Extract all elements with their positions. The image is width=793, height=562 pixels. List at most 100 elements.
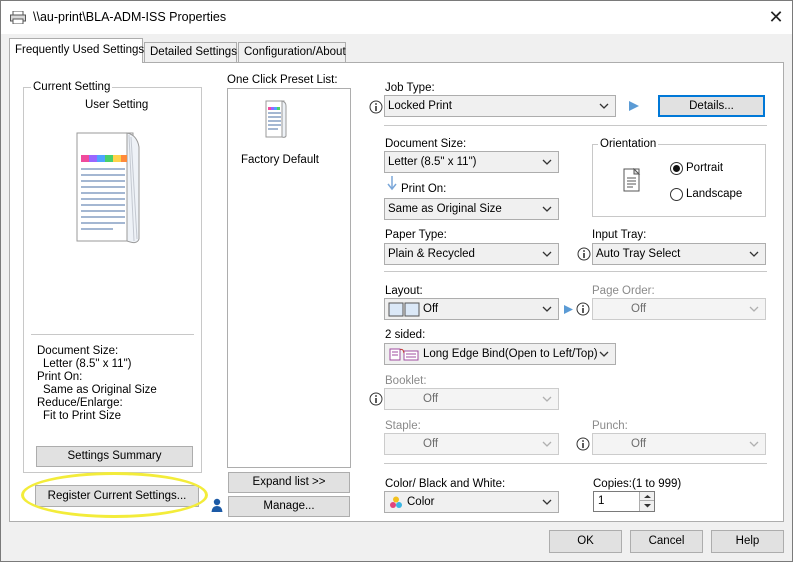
chevron-down-icon bbox=[542, 251, 552, 257]
tab-label: Detailed Settings bbox=[150, 46, 237, 58]
details-button[interactable]: Details... bbox=[658, 95, 765, 117]
factory-default-preset-icon bbox=[265, 100, 287, 138]
button-label: OK bbox=[577, 535, 594, 547]
chevron-down-icon bbox=[749, 306, 759, 312]
close-button[interactable]: ✕ bbox=[759, 3, 793, 31]
button-label: Settings Summary bbox=[67, 450, 162, 462]
select-value: Locked Print bbox=[388, 100, 452, 112]
input-tray-select[interactable]: Auto Tray Select bbox=[592, 243, 766, 265]
color-mode-select[interactable]: Color bbox=[384, 491, 559, 513]
printer-properties-dialog: \\au-print\BLA-ADM-ISS Properties ✕ Freq… bbox=[0, 0, 793, 562]
copies-value: 1 bbox=[598, 495, 605, 507]
landscape-label[interactable]: Landscape bbox=[686, 188, 742, 200]
two-sided-label: 2 sided: bbox=[385, 329, 426, 341]
booklet-label: Booklet: bbox=[385, 375, 427, 387]
ok-button[interactable]: OK bbox=[549, 530, 622, 553]
info-circle-icon[interactable] bbox=[369, 392, 383, 406]
job-type-label: Job Type: bbox=[385, 82, 435, 94]
preset-list[interactable] bbox=[227, 88, 351, 468]
select-value: Off bbox=[423, 438, 439, 450]
preset-list-label: One Click Preset List: bbox=[227, 74, 338, 86]
landscape-radio[interactable] bbox=[670, 188, 683, 201]
copies-label: Copies:(1 to 999) bbox=[593, 478, 682, 490]
button-label: Help bbox=[735, 535, 760, 547]
info-circle-icon[interactable] bbox=[369, 100, 383, 114]
copies-stepper[interactable]: 1 bbox=[593, 491, 655, 512]
chevron-up-icon bbox=[644, 495, 651, 498]
button-label: Details... bbox=[689, 100, 734, 112]
chevron-down-icon bbox=[542, 306, 552, 312]
select-value: Auto Tray Select bbox=[596, 248, 681, 260]
user-setting-label: User Setting bbox=[85, 99, 149, 111]
summary-line: Fit to Print Size bbox=[43, 410, 121, 422]
page-order-label: Page Order: bbox=[592, 285, 655, 297]
summary-line: Print On: bbox=[37, 371, 83, 383]
summary-line: Letter (8.5" x 11") bbox=[43, 358, 132, 370]
settings-summary-button[interactable]: Settings Summary bbox=[36, 446, 193, 467]
button-label: Expand list >> bbox=[252, 476, 326, 488]
summary-line: Same as Original Size bbox=[43, 384, 157, 396]
current-setting-label: Current Setting bbox=[31, 81, 113, 93]
layout-pages-icon bbox=[388, 302, 420, 317]
info-circle-icon[interactable] bbox=[576, 302, 590, 316]
tab-detailed-settings[interactable]: Detailed Settings bbox=[144, 42, 237, 62]
orientation-group bbox=[592, 144, 766, 217]
divider bbox=[31, 334, 194, 335]
preset-item-factory-default[interactable]: Factory Default bbox=[241, 154, 319, 166]
document-preview-icon bbox=[76, 132, 140, 244]
help-button[interactable]: Help bbox=[711, 530, 784, 553]
info-circle-icon[interactable] bbox=[577, 247, 591, 261]
paper-type-select[interactable]: Plain & Recycled bbox=[384, 243, 559, 265]
divider bbox=[384, 463, 767, 464]
tab-frequently-used-settings[interactable]: Frequently Used Settings bbox=[9, 38, 145, 63]
input-tray-label: Input Tray: bbox=[592, 229, 647, 241]
copies-decrement-button[interactable] bbox=[639, 501, 654, 511]
select-value: Off bbox=[631, 303, 647, 315]
summary-line: Reduce/Enlarge: bbox=[37, 397, 123, 409]
duplex-long-edge-icon bbox=[389, 348, 419, 361]
select-value: Off bbox=[423, 393, 439, 405]
chevron-down-icon bbox=[542, 499, 552, 505]
page-order-select[interactable]: Off bbox=[592, 298, 766, 320]
close-icon: ✕ bbox=[768, 7, 784, 27]
info-circle-icon[interactable] bbox=[576, 437, 590, 451]
copies-increment-button[interactable] bbox=[639, 492, 654, 501]
window-title: \\au-print\BLA-ADM-ISS Properties bbox=[33, 10, 227, 24]
chevron-down-icon bbox=[542, 396, 552, 402]
select-value: Same as Original Size bbox=[388, 203, 502, 215]
expand-list-button[interactable]: Expand list >> bbox=[228, 472, 350, 493]
divider bbox=[384, 271, 767, 272]
paper-type-label: Paper Type: bbox=[385, 229, 447, 241]
document-size-label: Document Size: bbox=[385, 138, 467, 150]
tab-label: Frequently Used Settings bbox=[15, 44, 145, 56]
cancel-button[interactable]: Cancel bbox=[630, 530, 703, 553]
punch-select[interactable]: Off bbox=[592, 433, 766, 455]
person-icon bbox=[211, 498, 223, 512]
select-value: Plain & Recycled bbox=[388, 248, 475, 260]
select-value: Long Edge Bind(Open to Left/Top) bbox=[423, 348, 598, 360]
title-bar: \\au-print\BLA-ADM-ISS Properties ✕ bbox=[1, 1, 792, 34]
chevron-down-icon bbox=[542, 159, 552, 165]
color-mode-label: Color/ Black and White: bbox=[385, 478, 506, 490]
select-value: Color bbox=[407, 496, 435, 508]
layout-select[interactable]: Off bbox=[384, 298, 559, 320]
manage-button[interactable]: Manage... bbox=[228, 496, 350, 517]
chevron-down-icon bbox=[542, 206, 552, 212]
booklet-select[interactable]: Off bbox=[384, 388, 559, 410]
chevron-down-icon bbox=[599, 351, 609, 357]
job-type-select[interactable]: Locked Print bbox=[384, 95, 616, 117]
punch-label: Punch: bbox=[592, 420, 628, 432]
orientation-label: Orientation bbox=[598, 138, 659, 150]
button-label: Cancel bbox=[648, 535, 685, 547]
chevron-down-icon bbox=[644, 504, 651, 508]
chevron-down-icon bbox=[749, 441, 759, 447]
color-dots-icon bbox=[390, 496, 402, 508]
select-value: Off bbox=[423, 303, 439, 315]
staple-select[interactable]: Off bbox=[384, 433, 559, 455]
portrait-radio[interactable] bbox=[670, 162, 683, 175]
two-sided-select[interactable]: Long Edge Bind(Open to Left/Top) bbox=[384, 343, 616, 365]
print-on-select[interactable]: Same as Original Size bbox=[384, 198, 559, 220]
portrait-label[interactable]: Portrait bbox=[686, 162, 723, 174]
document-size-select[interactable]: Letter (8.5" x 11") bbox=[384, 151, 559, 173]
tab-configuration-about[interactable]: Configuration/About bbox=[238, 42, 346, 62]
